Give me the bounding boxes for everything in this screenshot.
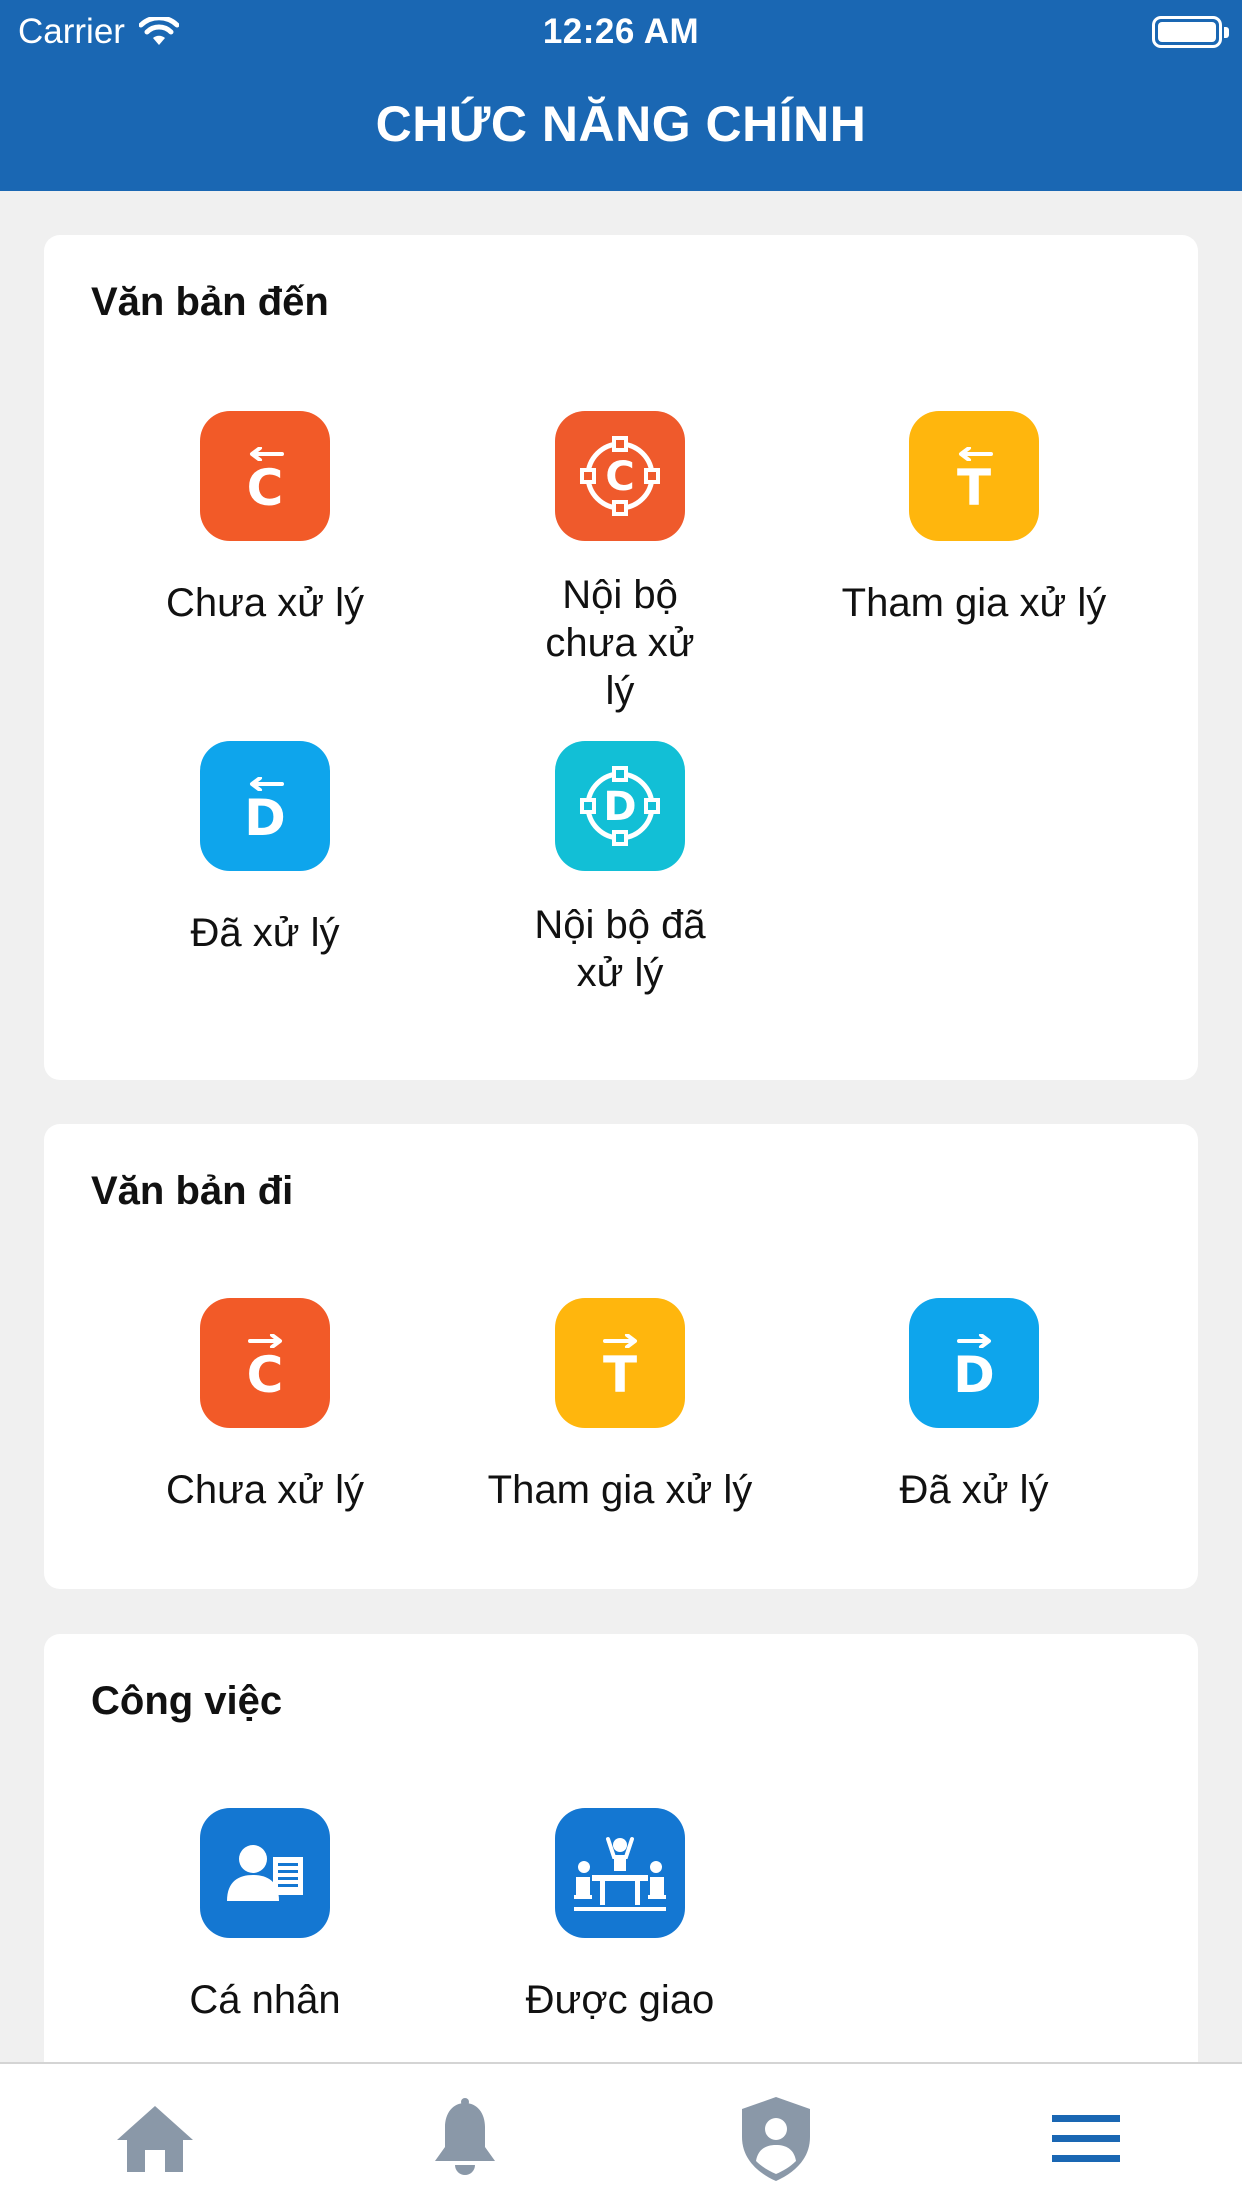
tasks-card: Công việc Cá nhân Được giao	[44, 1634, 1198, 2134]
meeting-icon	[555, 1808, 685, 1938]
outgoing-c-icon: C	[200, 1298, 330, 1428]
item-label: Tham gia xử lý	[841, 581, 1107, 625]
status-time: 12:26 AM	[542, 12, 700, 51]
menu-icon	[1052, 2115, 1120, 2162]
incoming-t-icon: T	[909, 411, 1039, 541]
outgoing-t-icon: T	[555, 1298, 685, 1428]
incoming-d-icon: D	[200, 741, 330, 871]
item-label: Cá nhân	[189, 1978, 341, 2022]
incoming-pending-item[interactable]: C Chưa xử lý	[115, 411, 415, 627]
internal-d-icon: D	[555, 741, 685, 871]
section-title-tasks: Công việc	[91, 1679, 283, 1723]
incoming-participate-item[interactable]: T Tham gia xử lý	[824, 411, 1124, 627]
incoming-c-icon: C	[200, 411, 330, 541]
bell-icon	[435, 2098, 495, 2175]
outgoing-done-item[interactable]: D Đã xử lý	[824, 1298, 1124, 1514]
shield-user-icon	[742, 2097, 810, 2181]
outgoing-d-icon: D	[909, 1298, 1039, 1428]
tab-home[interactable]	[110, 2094, 200, 2184]
outgoing-participate-item[interactable]: T Tham gia xử lý	[470, 1298, 770, 1514]
page-title: CHỨC NĂNG CHÍNH	[375, 96, 867, 152]
outgoing-pending-item[interactable]: C Chưa xử lý	[115, 1298, 415, 1514]
item-label: Chưa xử lý	[165, 1468, 365, 1512]
tab-menu[interactable]	[1041, 2094, 1131, 2184]
svg-text:D: D	[603, 784, 636, 830]
incoming-internal-done-item[interactable]: D Nội bộ đã xử lý	[470, 741, 770, 997]
bottom-tab-bar	[0, 2062, 1242, 2208]
incoming-documents-card: Văn bản đến C Chưa xử lý C Nội bộ chưa x…	[44, 235, 1198, 1080]
item-label: Nội bộ đã xử lý	[534, 903, 706, 995]
tasks-personal-item[interactable]: Cá nhân	[115, 1808, 415, 2024]
item-label: Chưa xử lý	[165, 581, 365, 625]
outgoing-documents-card: Văn bản đi C Chưa xử lý T Tham gia xử lý…	[44, 1124, 1198, 1589]
tasks-assigned-item[interactable]: Được giao	[470, 1808, 770, 2024]
tab-profile[interactable]	[731, 2094, 821, 2184]
header-bar: Carrier 12:26 AM CHỨC NĂNG CHÍNH	[0, 0, 1242, 191]
home-icon	[117, 2106, 193, 2172]
item-label: Đã xử lý	[899, 1468, 1049, 1512]
item-label: Được giao	[525, 1978, 715, 2022]
battery-icon	[1152, 16, 1229, 48]
incoming-internal-pending-item[interactable]: C Nội bộ chưa xử lý	[470, 411, 770, 715]
item-label: Nội bộ chưa xử lý	[545, 573, 695, 713]
item-label: Đã xử lý	[190, 911, 340, 955]
section-title-incoming: Văn bản đến	[91, 280, 329, 324]
internal-c-icon: C	[555, 411, 685, 541]
svg-text:C: C	[605, 454, 634, 500]
section-title-outgoing: Văn bản đi	[91, 1169, 294, 1213]
item-label: Tham gia xử lý	[487, 1468, 753, 1512]
tab-notifications[interactable]	[420, 2094, 510, 2184]
incoming-done-item[interactable]: D Đã xử lý	[115, 741, 415, 957]
person-document-icon	[200, 1808, 330, 1938]
